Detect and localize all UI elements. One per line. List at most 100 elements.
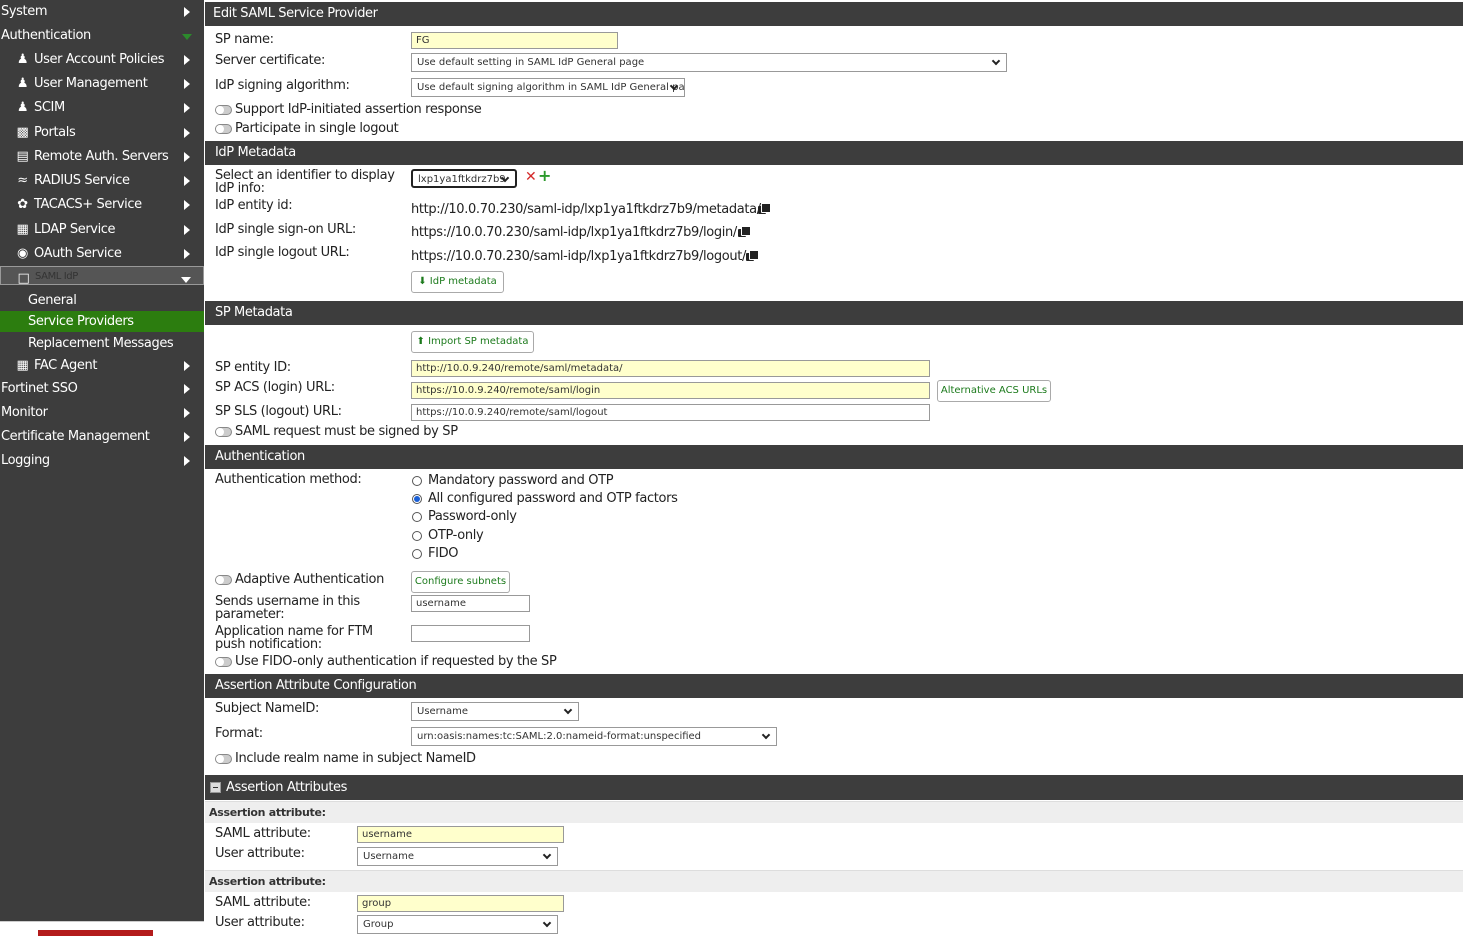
format-label: Format:	[215, 726, 263, 741]
sp-entity-label: SP entity ID:	[215, 360, 291, 375]
nameid-select[interactable]: Username	[411, 702, 579, 721]
nav-monitor[interactable]: Monitor	[0, 401, 204, 425]
format-select[interactable]: urn:oasis:names:tc:SAML:2.0:nameid-forma…	[411, 727, 777, 746]
server-cert-select[interactable]: Use default setting in SAML IdP General …	[411, 53, 1007, 72]
page-title: Edit SAML Service Provider	[213, 6, 378, 21]
fido-only-label: Use FIDO-only authentication if requeste…	[235, 654, 557, 669]
nav-authentication[interactable]: Authentication	[0, 24, 204, 48]
radio-mandatory[interactable]	[412, 476, 422, 486]
chevron-right-icon	[184, 176, 190, 186]
nav-radius-service[interactable]: ≈ RADIUS Service	[0, 169, 204, 193]
idp-slo-value: https://10.0.70.230/saml-idp/lxp1ya1ftkd…	[411, 249, 747, 264]
idp-identifier-select[interactable]: lxp1ya1ftkdrz7b9	[411, 169, 517, 188]
ftm-app-input[interactable]	[411, 625, 530, 642]
nav-user-management[interactable]: ♟ User Management	[0, 72, 204, 96]
section-authentication: Authentication	[205, 445, 1463, 469]
signed-request-toggle[interactable]	[215, 427, 232, 437]
saml-attribute-label: SAML attribute:	[215, 826, 311, 841]
nav-remote-auth-servers[interactable]: ▤ Remote Auth. Servers	[0, 145, 204, 169]
idp-sso-label: IdP single sign-on URL:	[215, 222, 356, 237]
radio-otp-only-label: OTP-only	[428, 528, 484, 543]
fac-agent-icon: ▦	[16, 358, 29, 373]
fido-only-toggle[interactable]	[215, 657, 232, 667]
collapse-icon[interactable]	[210, 782, 221, 793]
radio-otp-only[interactable]	[412, 531, 422, 541]
add-icon[interactable]: +	[538, 168, 551, 184]
page-title-bar: Edit SAML Service Provider	[205, 2, 1463, 26]
nav-ldap-service[interactable]: ▦ LDAP Service	[0, 218, 204, 242]
radio-all-configured[interactable]	[412, 494, 422, 504]
sp-name-input[interactable]: FG	[411, 32, 618, 49]
saml-icon: □	[17, 271, 30, 285]
configure-subnets-button[interactable]: Configure subnets	[411, 571, 510, 593]
nav-logging[interactable]: Logging	[0, 449, 204, 473]
nav-scim[interactable]: ♟ SCIM	[0, 96, 204, 120]
assertion-attribute-header: Assertion attribute:	[205, 801, 1463, 823]
auth-method-label: Authentication method:	[215, 472, 362, 487]
copy-icon[interactable]	[746, 250, 759, 261]
sp-name-label: SP name:	[215, 32, 274, 47]
nav-system[interactable]: System	[0, 0, 204, 24]
scim-icon: ♟	[16, 100, 29, 115]
server-cert-label: Server certificate:	[215, 53, 326, 68]
main-content: Edit SAML Service Provider SP name: FG S…	[205, 0, 1463, 935]
chevron-right-icon	[184, 200, 190, 210]
nav-saml-idp[interactable]: □ SAML IdP	[0, 266, 204, 285]
user-attribute-select[interactable]: Username	[357, 847, 558, 866]
alternative-acs-button[interactable]: Alternative ACS URLs	[937, 380, 1051, 402]
username-param-label: Sends username in this parameter:	[215, 594, 360, 622]
chevron-right-icon	[184, 55, 190, 65]
realm-label: Include realm name in subject NameID	[235, 751, 476, 766]
fortinet-logo	[0, 921, 204, 936]
username-param-input[interactable]: username	[411, 595, 530, 612]
tacacs-icon: ✿	[17, 197, 28, 212]
single-logout-toggle[interactable]	[215, 124, 232, 134]
chevron-right-icon	[184, 103, 190, 113]
saml-attribute-input[interactable]: group	[357, 895, 564, 912]
server-icon: ▤	[16, 149, 29, 164]
nav-saml-general[interactable]: General	[0, 290, 204, 311]
support-idp-toggle[interactable]	[215, 105, 232, 115]
idp-metadata-download-button[interactable]: ⬇ IdP metadata	[411, 271, 504, 293]
user-attribute-select[interactable]: Group	[357, 915, 558, 934]
radio-fido[interactable]	[412, 549, 422, 559]
single-logout-label: Participate in single logout	[235, 121, 399, 136]
nav-service-providers[interactable]: Service Providers	[0, 311, 204, 332]
logo-mark	[38, 930, 153, 936]
chevron-down-icon	[563, 705, 573, 715]
chevron-down-icon	[761, 730, 771, 740]
sp-sls-input[interactable]: https://10.0.9.240/remote/saml/logout	[411, 404, 930, 421]
nameid-label: Subject NameID:	[215, 701, 320, 716]
idp-sso-value: https://10.0.70.230/saml-idp/lxp1ya1ftkd…	[411, 225, 737, 240]
copy-icon[interactable]	[738, 226, 751, 237]
adaptive-auth-label: Adaptive Authentication	[235, 572, 385, 587]
section-sp-metadata: SP Metadata	[205, 301, 1463, 325]
sp-acs-input[interactable]: https://10.0.9.240/remote/saml/login	[411, 382, 930, 399]
saml-attribute-input[interactable]: username	[357, 826, 564, 843]
sp-entity-input[interactable]: http://10.0.9.240/remote/saml/metadata/	[411, 360, 930, 377]
sp-sls-label: SP SLS (logout) URL:	[215, 404, 342, 419]
copy-icon[interactable]	[758, 203, 771, 214]
chevron-right-icon	[184, 128, 190, 138]
import-sp-metadata-button[interactable]: ⬆ Import SP metadata	[411, 331, 534, 353]
nav-tacacs-service[interactable]: ✿ TACACS+ Service	[0, 193, 204, 217]
nav-fortinet-sso[interactable]: Fortinet SSO	[0, 377, 204, 401]
adaptive-auth-toggle[interactable]	[215, 575, 232, 585]
sign-alg-select[interactable]: Use default signing algorithm in SAML Id…	[411, 78, 685, 97]
nav-portals[interactable]: ▩ Portals	[0, 121, 204, 145]
nav-replacement-messages[interactable]: Replacement Messages	[0, 333, 204, 354]
idp-slo-label: IdP single logout URL:	[215, 245, 350, 260]
nav-certificate-management[interactable]: Certificate Management	[0, 425, 204, 449]
chevron-right-icon	[184, 408, 190, 418]
chevron-down-icon	[542, 850, 552, 860]
nav-oauth-service[interactable]: ◉ OAuth Service	[0, 242, 204, 266]
radio-password-only[interactable]	[412, 512, 422, 522]
section-assertion-attributes[interactable]: Assertion Attributes	[205, 775, 1463, 800]
chevron-right-icon	[184, 7, 190, 17]
remove-icon[interactable]: ✕	[525, 170, 537, 184]
realm-toggle[interactable]	[215, 754, 232, 764]
nav-fac-agent[interactable]: ▦ FAC Agent	[0, 354, 204, 378]
ftm-app-label: Application name for FTM push notificati…	[215, 624, 373, 652]
chevron-right-icon	[184, 249, 190, 259]
nav-user-account-policies[interactable]: ♟ User Account Policies	[0, 48, 204, 72]
